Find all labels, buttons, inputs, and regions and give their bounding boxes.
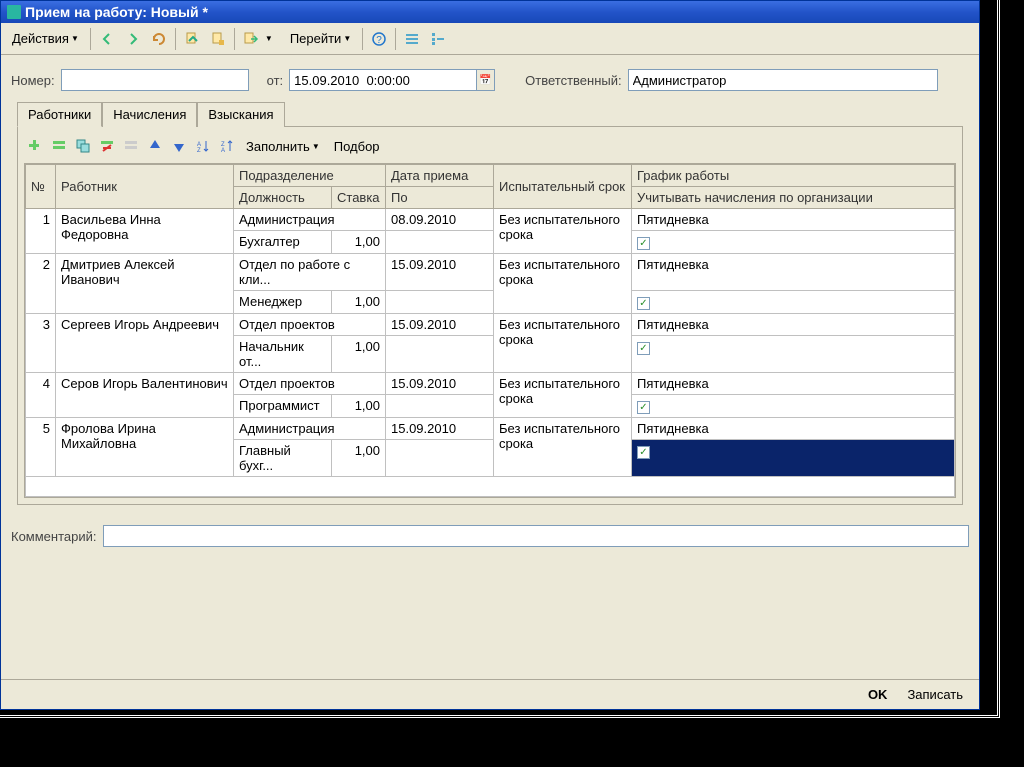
refresh-icon[interactable] <box>147 27 171 51</box>
sort-asc-icon[interactable]: AZ <box>192 135 214 157</box>
tree-view-icon[interactable] <box>426 27 450 51</box>
form-row: Номер: от: 📅 Ответственный: <box>11 69 969 91</box>
col-num[interactable]: № <box>26 165 56 209</box>
col-position[interactable]: Должность <box>234 187 332 209</box>
col-schedule-sub[interactable]: Учитывать начисления по организации <box>632 187 955 209</box>
date-label: от: <box>267 73 284 88</box>
col-probation[interactable]: Испытательный срок <box>494 165 632 209</box>
col-employee[interactable]: Работник <box>56 165 234 209</box>
comment-input[interactable] <box>103 525 970 547</box>
footer: OK Записать <box>1 679 979 709</box>
sub-toolbar: AZ ZA Заполнить▼ Подбор <box>24 133 956 163</box>
responsible-input[interactable] <box>628 69 938 91</box>
col-department[interactable]: Подразделение <box>234 165 386 187</box>
window-title: Прием на работу: Новый * <box>25 4 208 20</box>
employees-grid[interactable]: № Работник Подразделение Дата приема Исп… <box>24 163 956 498</box>
comment-label: Комментарий: <box>11 529 97 544</box>
insert-row-icon[interactable] <box>48 135 70 157</box>
checkbox-icon[interactable]: ✓ <box>637 401 650 414</box>
number-input[interactable] <box>61 69 249 91</box>
add-row-icon[interactable] <box>24 135 46 157</box>
ok-button[interactable]: OK <box>860 685 896 704</box>
col-schedule[interactable]: График работы <box>632 165 955 187</box>
move-down-icon[interactable] <box>168 135 190 157</box>
window: Прием на работу: Новый * Действия▼ ▼ Пер… <box>0 0 980 710</box>
nav-forward-icon[interactable] <box>121 27 145 51</box>
document-move-icon[interactable] <box>239 27 263 51</box>
titlebar: Прием на работу: Новый * <box>1 1 979 23</box>
table-row[interactable]: 3Сергеев Игорь АндреевичОтдел проектов15… <box>26 314 955 336</box>
table-row[interactable]: 2Дмитриев Алексей ИвановичОтдел по работ… <box>26 254 955 291</box>
col-hire-date-sub[interactable]: По <box>386 187 494 209</box>
checkbox-icon[interactable]: ✓ <box>637 297 650 310</box>
pick-button[interactable]: Подбор <box>328 137 386 156</box>
tab-deductions[interactable]: Взыскания <box>197 102 284 127</box>
col-rate[interactable]: Ставка <box>332 187 386 209</box>
calendar-icon[interactable]: 📅 <box>477 69 495 91</box>
tab-accruals[interactable]: Начисления <box>102 102 197 127</box>
list-view-icon[interactable] <box>400 27 424 51</box>
tabs: Работники Начисления Взыскания <box>11 101 969 126</box>
responsible-label: Ответственный: <box>525 73 621 88</box>
svg-text:?: ? <box>376 35 382 46</box>
app-icon <box>7 5 21 19</box>
table-row[interactable]: 1Васильева Инна ФедоровнаАдминистрация08… <box>26 209 955 231</box>
svg-text:A: A <box>221 148 225 153</box>
save-button[interactable]: Записать <box>899 685 971 704</box>
fill-menu[interactable]: Заполнить▼ <box>240 137 326 156</box>
checkbox-icon[interactable]: ✓ <box>637 342 650 355</box>
svg-text:Z: Z <box>197 148 201 153</box>
document-lock-icon[interactable] <box>206 27 230 51</box>
checkbox-icon[interactable]: ✓ <box>637 446 650 459</box>
goto-menu[interactable]: Перейти▼ <box>283 28 358 49</box>
number-label: Номер: <box>11 73 55 88</box>
move-up-icon[interactable] <box>144 135 166 157</box>
delete-row-icon[interactable] <box>96 135 118 157</box>
actions-menu[interactable]: Действия▼ <box>5 28 86 49</box>
table-row[interactable]: 4Серов Игорь ВалентиновичОтдел проектов1… <box>26 373 955 395</box>
help-icon[interactable]: ? <box>367 27 391 51</box>
main-toolbar: Действия▼ ▼ Перейти▼ ? <box>1 23 979 55</box>
dropdown-arrow-icon[interactable]: ▼ <box>265 34 273 43</box>
nav-back-icon[interactable] <box>95 27 119 51</box>
sort-desc-icon[interactable]: ZA <box>216 135 238 157</box>
date-input[interactable] <box>289 69 477 91</box>
post-document-icon[interactable] <box>180 27 204 51</box>
checkbox-icon[interactable]: ✓ <box>637 237 650 250</box>
table-row[interactable]: 5Фролова Ирина МихайловнаАдминистрация15… <box>26 418 955 440</box>
col-hire-date[interactable]: Дата приема <box>386 165 494 187</box>
copy-row-icon[interactable] <box>72 135 94 157</box>
tab-employees[interactable]: Работники <box>17 102 102 127</box>
tab-panel: AZ ZA Заполнить▼ Подбор № Работник Подра… <box>17 126 963 505</box>
edit-row-icon[interactable] <box>120 135 142 157</box>
